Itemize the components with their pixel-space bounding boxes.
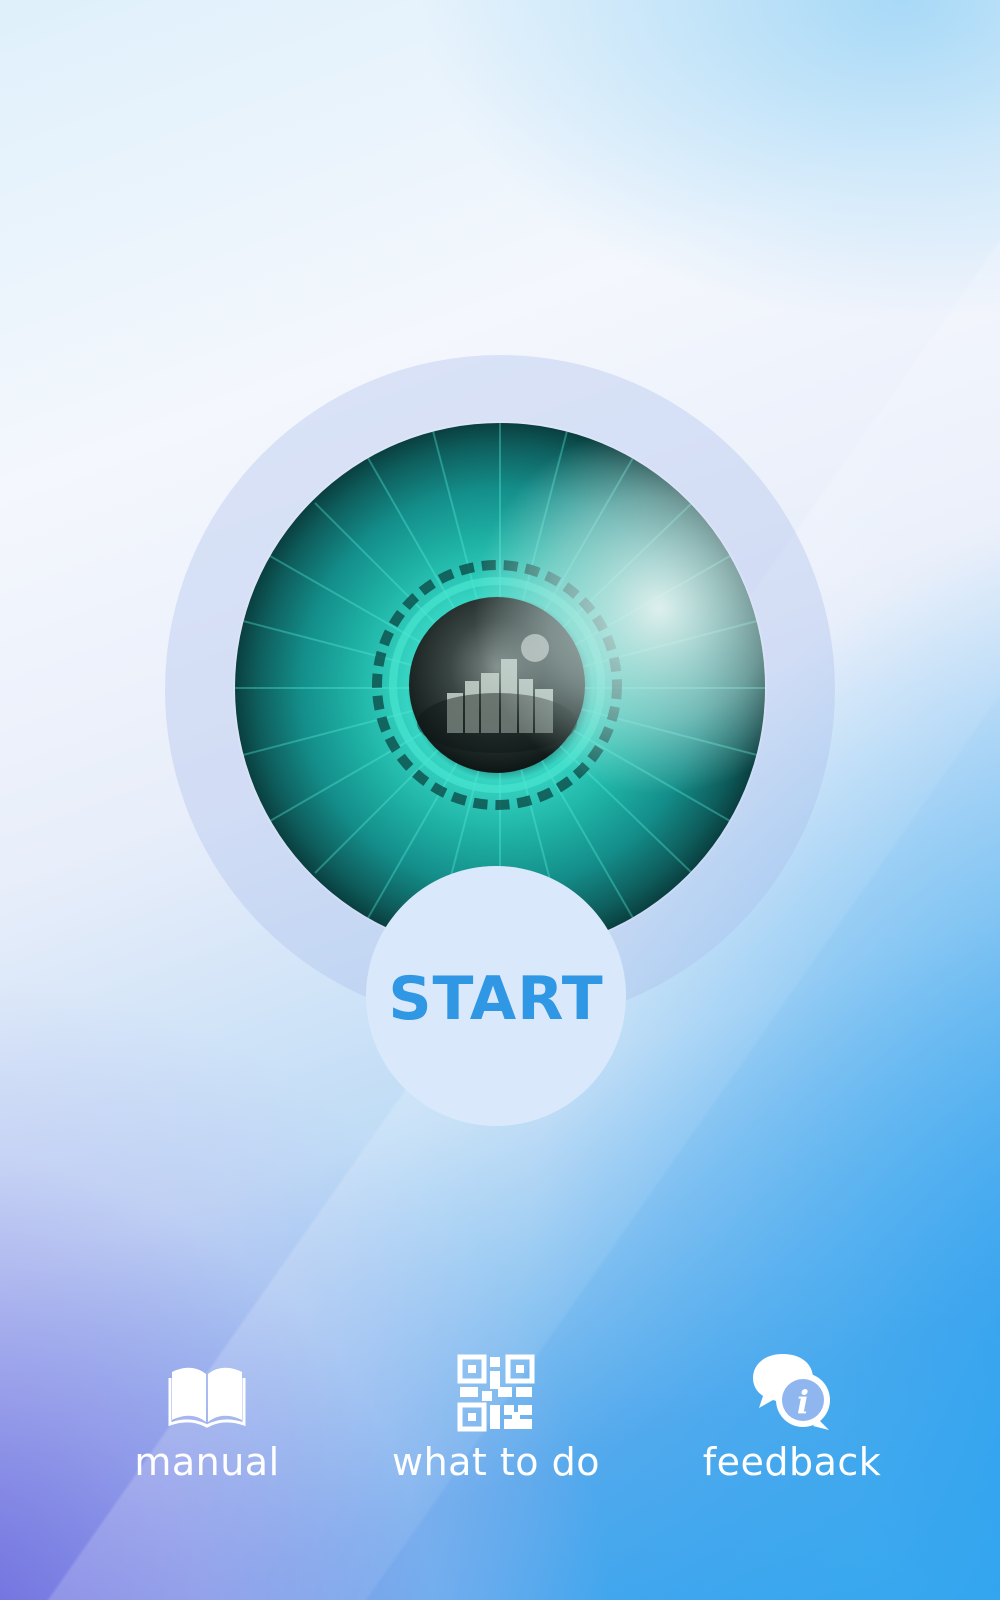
nav-label-feedback: feedback [702,1440,882,1484]
nav-item-manual[interactable]: manual [77,1350,337,1500]
start-button[interactable]: START [366,866,626,1126]
svg-text:i: i [797,1383,809,1421]
start-label: START [388,964,604,1034]
qr-code-icon [366,1350,626,1436]
nav-item-feedback[interactable]: i feedback [662,1350,922,1500]
bottom-nav: manual what to do i feedback [0,1350,1000,1500]
book-icon [77,1350,337,1436]
nav-item-what-to-do[interactable]: what to do [366,1350,626,1500]
nav-label-what-to-do: what to do [391,1440,601,1484]
nav-label-manual: manual [134,1440,280,1484]
chat-info-icon: i [662,1350,922,1436]
